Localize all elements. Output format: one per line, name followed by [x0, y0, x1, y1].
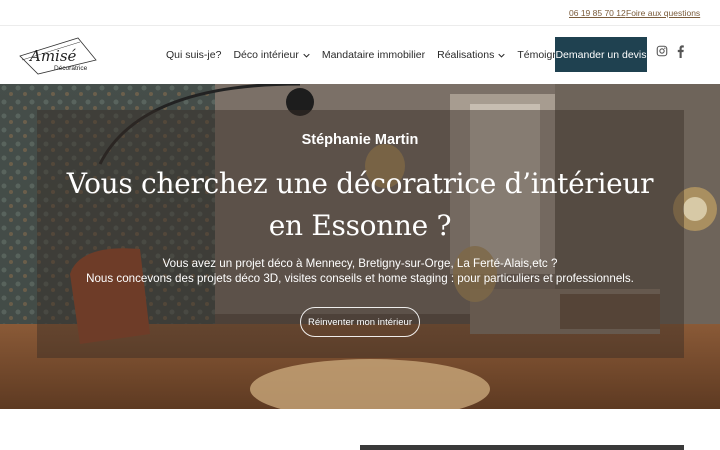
top-bar: 06 19 85 70 12 Foire aux questions: [0, 0, 720, 26]
content-image-preview: [360, 445, 684, 450]
site-header: Amisé Décoratrice Qui suis-je? Déco inté…: [0, 26, 720, 84]
nav-item-qui-suis-je[interactable]: Qui suis-je?: [166, 49, 221, 61]
facebook-icon[interactable]: [676, 45, 685, 58]
nav-label: Mandataire immobilier: [321, 49, 426, 61]
reinvent-interior-button[interactable]: Réinventer mon intérieur: [300, 307, 420, 337]
logo-tagline: Décoratrice: [54, 65, 88, 72]
hero-description-line-2: Nous concevons des projets déco 3D, visi…: [86, 272, 634, 285]
hero-description-line-1: Vous avez un projet déco à Mennecy, Bret…: [162, 257, 558, 270]
nav-label: Qui suis-je?: [166, 49, 222, 61]
nav-item-realisations[interactable]: Réalisations: [437, 49, 505, 61]
nav-item-deco-interieur[interactable]: Déco intérieur: [233, 49, 310, 61]
nav-label: Réalisations: [437, 49, 495, 61]
logo-script: Amisé: [28, 47, 77, 65]
nav-item-mandataire-immobilier[interactable]: Mandataire immobilier: [322, 49, 425, 61]
instagram-icon[interactable]: [656, 45, 668, 57]
chevron-down-icon: [498, 53, 505, 58]
main-nav: Qui suis-je? Déco intérieur Mandataire i…: [166, 37, 593, 73]
hero-section: Stéphanie Martin Vous cherchez une décor…: [0, 84, 720, 409]
nav-label: Déco intérieur: [233, 49, 299, 61]
request-quote-button[interactable]: Demander un devis: [555, 37, 647, 72]
hero-subtitle: Stéphanie Martin: [301, 132, 419, 148]
chevron-down-icon: [303, 53, 310, 58]
hero-title: Vous cherchez une décoratrice d’intérieu…: [66, 167, 654, 242]
faq-link[interactable]: Foire aux questions: [626, 8, 700, 18]
hero-description: Vous avez un projet déco à Mennecy, Bret…: [60, 256, 660, 286]
site-logo[interactable]: Amisé Décoratrice: [18, 34, 98, 76]
phone-link[interactable]: 06 19 85 70 12: [569, 8, 626, 18]
